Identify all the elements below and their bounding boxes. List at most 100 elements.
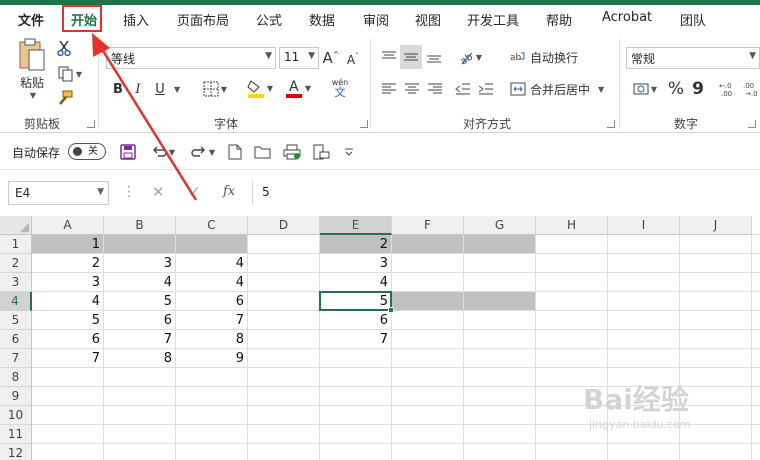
cell-a1[interactable]: 1 — [32, 235, 104, 254]
cell-b5[interactable]: 6 — [104, 311, 176, 330]
increase-font-size-button[interactable]: A^ — [322, 47, 340, 69]
cell-b3[interactable]: 4 — [104, 273, 176, 292]
cell-b4[interactable]: 5 — [104, 292, 176, 311]
column-header-a[interactable]: A — [32, 216, 104, 235]
row-header-7[interactable]: 7 — [0, 349, 32, 368]
align-middle-button[interactable] — [400, 45, 422, 69]
tab-team[interactable]: 团队 — [680, 10, 706, 29]
italic-button[interactable]: I — [130, 79, 146, 99]
cell-a6[interactable]: 6 — [32, 330, 104, 349]
cell-e3[interactable]: 4 — [320, 273, 392, 292]
font-name-select[interactable]: 等线 ▼ — [106, 47, 276, 69]
cell-b7[interactable]: 8 — [104, 349, 176, 368]
phonetic-guide-button[interactable]: wén 文 — [326, 77, 354, 101]
redo-button[interactable]: ▼ — [188, 143, 218, 161]
cell-a7[interactable]: 7 — [32, 349, 104, 368]
number-dialog-launcher[interactable] — [748, 120, 756, 128]
row-header-3[interactable]: 3 — [0, 273, 32, 292]
cell-e6[interactable]: 7 — [320, 330, 392, 349]
cell-e1[interactable]: 2 — [320, 235, 392, 254]
row-header-11[interactable]: 11 — [0, 425, 32, 444]
tab-help[interactable]: 帮助 — [546, 10, 572, 29]
row-header-9[interactable]: 9 — [0, 387, 32, 406]
align-center-button[interactable] — [403, 79, 421, 99]
decrease-decimal-button[interactable]: .00 →.0 — [742, 79, 760, 99]
cell-c6[interactable]: 8 — [176, 330, 248, 349]
row-header-12[interactable]: 12 — [0, 444, 32, 460]
increase-indent-button[interactable] — [477, 79, 495, 99]
insert-function-button[interactable]: fx — [223, 184, 235, 199]
cancel-entry-button[interactable]: ✕ — [152, 183, 165, 201]
comma-style-button[interactable]: 9 — [690, 78, 706, 100]
row-header-5[interactable]: 5 — [0, 311, 32, 330]
decrease-font-size-button[interactable]: Aˇ — [344, 49, 362, 69]
quick-print-button[interactable] — [311, 143, 331, 161]
accounting-format-button[interactable]: ▼ — [628, 79, 662, 99]
alignment-dialog-launcher[interactable] — [607, 120, 615, 128]
align-bottom-button[interactable] — [425, 47, 443, 67]
percent-style-button[interactable]: % — [667, 78, 685, 100]
print-preview-button[interactable] — [282, 143, 302, 161]
column-header-d[interactable]: D — [248, 216, 320, 235]
bold-button[interactable]: B — [110, 79, 126, 99]
tab-developer[interactable]: 开发工具 — [467, 10, 519, 29]
tab-page-layout[interactable]: 页面布局 — [177, 10, 229, 29]
row-header-10[interactable]: 10 — [0, 406, 32, 425]
cell-c7[interactable]: 9 — [176, 349, 248, 368]
cut-button[interactable] — [56, 39, 72, 57]
cell-c3[interactable]: 4 — [176, 273, 248, 292]
tab-review[interactable]: 审阅 — [363, 10, 389, 29]
format-painter-button[interactable] — [56, 89, 74, 107]
cell-c2[interactable]: 4 — [176, 254, 248, 273]
copy-button[interactable]: ▼ — [54, 65, 86, 83]
worksheet-grid[interactable]: A B C D E F G H I J 1 2 3 4 5 6 7 8 9 10 11 12 1 2 3 4 5 6 7 3 4 5 6 7 8 4 4… — [0, 216, 760, 460]
increase-decimal-button[interactable]: ←.0.00 — [718, 79, 740, 99]
orientation-button[interactable]: ab ▼ — [453, 47, 487, 67]
column-header-e[interactable]: E — [320, 216, 392, 235]
merge-center-button[interactable]: 合并后居中 ▼ — [510, 79, 610, 99]
underline-button[interactable]: U — [152, 79, 168, 99]
column-header-f[interactable]: F — [392, 216, 464, 235]
fill-handle[interactable] — [388, 307, 394, 313]
align-right-button[interactable] — [426, 79, 444, 99]
align-top-button[interactable] — [380, 47, 398, 67]
undo-button[interactable]: ▼ — [148, 143, 178, 161]
autosave-toggle[interactable]: 关 — [68, 143, 106, 160]
cell-a2[interactable]: 2 — [32, 254, 104, 273]
cell-c5[interactable]: 7 — [176, 311, 248, 330]
cell-a5[interactable]: 5 — [32, 311, 104, 330]
tab-view[interactable]: 视图 — [415, 10, 441, 29]
font-color-button[interactable]: A ▼ — [282, 77, 314, 99]
tab-formulas[interactable]: 公式 — [256, 10, 282, 29]
tab-file[interactable]: 文件 — [18, 10, 44, 29]
cell-b2[interactable]: 3 — [104, 254, 176, 273]
tab-acrobat[interactable]: Acrobat — [602, 10, 652, 25]
new-file-button[interactable] — [226, 143, 244, 161]
column-header-j[interactable]: J — [680, 216, 752, 235]
save-button[interactable] — [119, 143, 137, 161]
column-header-h[interactable]: H — [536, 216, 608, 235]
font-dialog-launcher[interactable] — [360, 120, 368, 128]
tab-insert[interactable]: 插入 — [123, 10, 149, 29]
column-header-g[interactable]: G — [464, 216, 536, 235]
confirm-entry-button[interactable]: ✓ — [188, 183, 201, 201]
name-box[interactable]: E4 ▼ — [8, 181, 109, 205]
open-file-button[interactable] — [253, 143, 273, 161]
row-header-8[interactable]: 8 — [0, 368, 32, 387]
formula-input[interactable]: 5 — [262, 185, 270, 199]
clipboard-dialog-launcher[interactable] — [87, 120, 95, 128]
row-header-4[interactable]: 4 — [0, 292, 32, 311]
row-header-6[interactable]: 6 — [0, 330, 32, 349]
cell-e2[interactable]: 3 — [320, 254, 392, 273]
borders-button[interactable]: ▼ — [198, 79, 232, 99]
tab-home[interactable]: 开始 — [71, 10, 97, 29]
tab-data[interactable]: 数据 — [309, 10, 335, 29]
cell-c4[interactable]: 6 — [176, 292, 248, 311]
number-format-select[interactable]: 常规 ▼ — [626, 47, 760, 69]
cell-a3[interactable]: 3 — [32, 273, 104, 292]
column-header-i[interactable]: I — [608, 216, 680, 235]
decrease-indent-button[interactable] — [454, 79, 472, 99]
cell-e5[interactable]: 6 — [320, 311, 392, 330]
customize-qat-button[interactable] — [342, 143, 356, 161]
row-header-2[interactable]: 2 — [0, 254, 32, 273]
